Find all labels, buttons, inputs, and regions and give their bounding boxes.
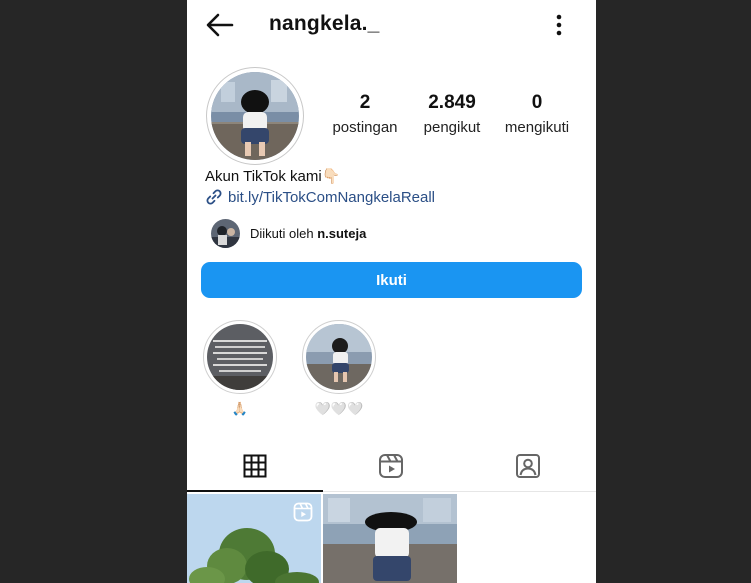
grid-icon: [243, 454, 267, 478]
follow-button[interactable]: Ikuti: [201, 262, 582, 298]
post-thumbnail[interactable]: [187, 494, 321, 583]
stat-posts-value: 2: [359, 92, 371, 113]
profile-avatar-image: [211, 72, 299, 160]
link-icon: [206, 189, 222, 205]
followed-by-username: n.suteja: [317, 226, 367, 241]
stat-posts[interactable]: 2 postingan: [329, 92, 401, 136]
tab-tagged[interactable]: [460, 440, 596, 492]
more-options-button[interactable]: [549, 10, 569, 40]
stat-posts-label: postingan: [332, 119, 398, 136]
pointing-down-emoji: 👇🏻: [321, 168, 341, 185]
stat-followers-label: pengikut: [423, 119, 481, 136]
more-vertical-icon: [556, 14, 562, 36]
highlight-ring: [302, 320, 376, 394]
reels-icon: [379, 454, 403, 478]
highlight-label: 🤍🤍🤍: [314, 401, 364, 416]
profile-avatar[interactable]: [206, 67, 304, 165]
profile-link[interactable]: bit.ly/TikTokComNangkelaReall: [205, 188, 435, 206]
profile-username: nangkela._: [269, 12, 380, 35]
story-highlight[interactable]: 🙏🏻: [201, 320, 279, 417]
profile-bio: Akun TikTok kami👇🏻: [205, 167, 340, 185]
stat-following-label: mengikuti: [504, 119, 570, 136]
follower-avatar: [211, 219, 240, 248]
followed-by-row[interactable]: Diikuti oleh n.suteja: [211, 219, 366, 248]
stat-followers-value: 2.849: [428, 92, 476, 113]
highlight-cover: [306, 324, 372, 390]
profile-link-text: bit.ly/TikTokComNangkelaReall: [228, 188, 436, 206]
active-tab-indicator: [187, 490, 323, 492]
stat-followers[interactable]: 2.849 pengikut: [416, 92, 488, 136]
profile-screen: nangkela._ 2 postingan 2.849 pengikut 0 …: [187, 0, 596, 583]
tab-grid[interactable]: [187, 440, 323, 492]
stat-following-value: 0: [531, 92, 543, 113]
highlight-cover: [207, 324, 273, 390]
highlight-ring: [203, 320, 277, 394]
highlight-label: 🙏🏻: [231, 401, 249, 416]
bio-text: Akun TikTok kami: [205, 168, 322, 185]
story-highlight[interactable]: 🤍🤍🤍: [300, 320, 378, 417]
stat-following[interactable]: 0 mengikuti: [499, 92, 575, 136]
tagged-user-icon: [516, 454, 540, 478]
reels-badge-icon: [293, 502, 313, 522]
back-button[interactable]: [204, 10, 236, 40]
tab-reels[interactable]: [323, 440, 459, 492]
arrow-left-icon: [206, 13, 234, 37]
followed-by-prefix: Diikuti oleh: [250, 226, 318, 241]
post-thumbnail[interactable]: [323, 494, 457, 583]
